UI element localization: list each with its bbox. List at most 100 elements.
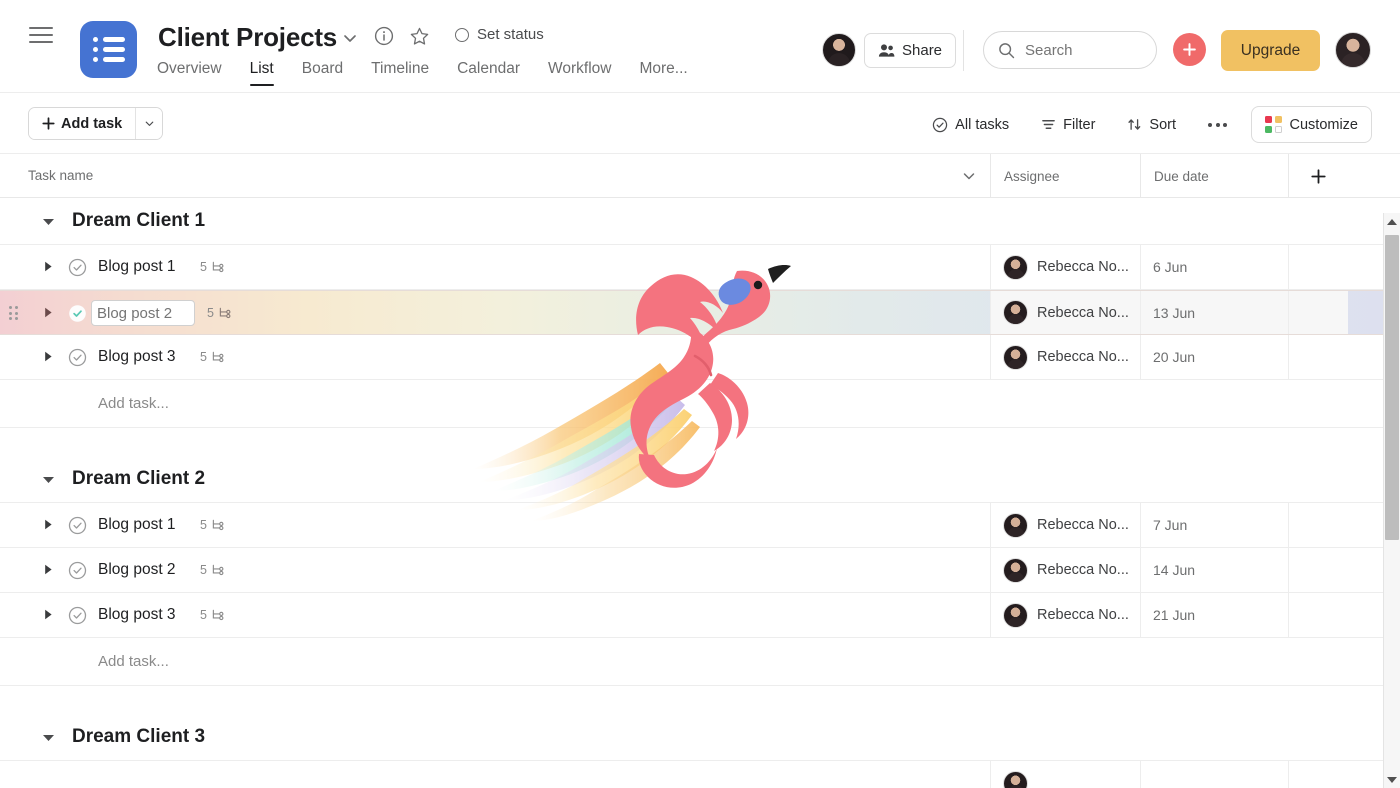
- check-circle-icon[interactable]: [68, 516, 87, 535]
- table-row-selected[interactable]: 5 Rebecca No... 13 Jun: [0, 290, 1400, 335]
- section-header-dream-client-2[interactable]: Dream Client 2: [0, 456, 1400, 503]
- subtask-count-value: 5: [200, 260, 207, 274]
- hamburger-menu-icon[interactable]: [29, 25, 53, 45]
- caret-down-icon[interactable]: [42, 217, 55, 227]
- task-name-input[interactable]: [91, 300, 195, 326]
- due-date-cell[interactable]: [1140, 761, 1288, 788]
- due-date-cell[interactable]: 6 Jun: [1140, 245, 1288, 289]
- task-name[interactable]: Blog post 3: [98, 606, 176, 624]
- star-icon[interactable]: [409, 26, 430, 47]
- vertical-scrollbar[interactable]: [1383, 213, 1400, 788]
- row-end-cell: [1288, 245, 1348, 289]
- caret-right-icon[interactable]: [44, 351, 53, 362]
- plus-icon: [42, 117, 55, 130]
- tab-workflow[interactable]: Workflow: [534, 60, 625, 92]
- avatar: [1003, 602, 1028, 628]
- caret-down-icon[interactable]: [42, 475, 55, 485]
- task-name[interactable]: Blog post 1: [98, 516, 176, 534]
- tab-board[interactable]: Board: [288, 60, 357, 92]
- assignee-cell[interactable]: [990, 761, 1140, 788]
- add-task-group: Add task: [28, 107, 164, 140]
- caret-down-icon[interactable]: [42, 733, 55, 743]
- scroll-thumb[interactable]: [1385, 235, 1399, 540]
- table-row[interactable]: Blog post 3 5 Rebecca No... 21 Jun: [0, 593, 1400, 638]
- color-grid-icon: [1265, 116, 1282, 133]
- add-column-button[interactable]: [1288, 154, 1348, 199]
- check-circle-icon[interactable]: [68, 561, 87, 580]
- search-input[interactable]: [1025, 41, 1135, 59]
- tab-overview[interactable]: Overview: [157, 60, 236, 92]
- table-row[interactable]: Blog post 3 5 Rebecca No... 20 Jun: [0, 335, 1400, 380]
- set-status-button[interactable]: Set status: [455, 26, 544, 43]
- section-header-dream-client-3[interactable]: Dream Client 3: [0, 714, 1400, 761]
- more-options-icon[interactable]: [1192, 108, 1243, 142]
- assignee-cell[interactable]: Rebecca No...: [990, 548, 1140, 592]
- check-circle-icon[interactable]: [68, 304, 87, 323]
- toolbar-actions: All tasks Filter Sort Customize: [916, 106, 1372, 143]
- column-header-due-date[interactable]: Due date: [1140, 154, 1288, 199]
- assignee-cell[interactable]: Rebecca No...: [990, 245, 1140, 289]
- task-name[interactable]: Blog post 2: [98, 561, 176, 579]
- add-task-button[interactable]: Add task: [29, 108, 136, 139]
- due-date-cell[interactable]: 21 Jun: [1140, 593, 1288, 637]
- sort-label: Sort: [1149, 116, 1176, 133]
- member-avatar[interactable]: [822, 33, 856, 67]
- info-circle-icon[interactable]: [374, 26, 394, 46]
- due-date-cell[interactable]: 13 Jun: [1140, 291, 1288, 334]
- check-circle-icon[interactable]: [68, 606, 87, 625]
- check-circle-icon[interactable]: [68, 258, 87, 277]
- upgrade-button[interactable]: Upgrade: [1221, 30, 1320, 71]
- table-row-partial[interactable]: [0, 761, 1400, 788]
- assignee-cell[interactable]: Rebecca No...: [990, 593, 1140, 637]
- sort-button[interactable]: Sort: [1111, 108, 1192, 142]
- task-name[interactable]: Blog post 3: [98, 348, 176, 366]
- table-row[interactable]: Blog post 1 5 Rebecca No... 6 Jun: [0, 245, 1400, 290]
- task-name[interactable]: Blog post 1: [98, 258, 176, 276]
- tab-calendar[interactable]: Calendar: [443, 60, 534, 92]
- customize-button[interactable]: Customize: [1251, 106, 1372, 143]
- drag-handle-icon[interactable]: [9, 306, 18, 320]
- subtask-count: 5: [200, 608, 226, 622]
- view-tabs: Overview List Board Timeline Calendar Wo…: [157, 60, 702, 92]
- caret-right-icon[interactable]: [44, 519, 53, 530]
- tab-more[interactable]: More...: [625, 60, 701, 92]
- caret-right-icon[interactable]: [44, 261, 53, 272]
- quick-add-button[interactable]: [1173, 33, 1206, 66]
- task-name-collapse-icon[interactable]: [960, 167, 978, 185]
- add-task-inline-2[interactable]: Add task...: [0, 638, 1400, 686]
- chevron-down-icon: [145, 121, 154, 126]
- page-title[interactable]: Client Projects: [158, 22, 337, 53]
- all-tasks-filter-button[interactable]: All tasks: [916, 108, 1025, 142]
- assignee-name: Rebecca No...: [1037, 517, 1129, 533]
- avatar: [1003, 344, 1028, 370]
- chevron-down-icon[interactable]: [340, 28, 360, 48]
- due-date-cell[interactable]: 20 Jun: [1140, 335, 1288, 379]
- scroll-up-arrow[interactable]: [1384, 213, 1400, 230]
- account-avatar[interactable]: [1335, 32, 1371, 68]
- section-header-dream-client-1[interactable]: Dream Client 1: [0, 198, 1400, 245]
- list-project-icon[interactable]: [80, 21, 137, 78]
- filter-button[interactable]: Filter: [1025, 108, 1111, 142]
- table-row[interactable]: Blog post 2 5 Rebecca No... 14 Jun: [0, 548, 1400, 593]
- search-box[interactable]: [983, 31, 1157, 69]
- add-task-inline-1[interactable]: Add task...: [0, 380, 1400, 428]
- set-status-label: Set status: [477, 26, 544, 43]
- tab-list[interactable]: List: [236, 60, 288, 92]
- tab-timeline[interactable]: Timeline: [357, 60, 443, 92]
- assignee-cell[interactable]: Rebecca No...: [990, 291, 1140, 334]
- caret-right-icon[interactable]: [44, 609, 53, 620]
- share-button[interactable]: Share: [864, 33, 957, 68]
- caret-right-icon[interactable]: [44, 307, 53, 318]
- table-row[interactable]: Blog post 1 5 Rebecca No... 7 Jun: [0, 503, 1400, 548]
- caret-right-icon[interactable]: [44, 564, 53, 575]
- check-circle-icon[interactable]: [68, 348, 87, 367]
- subtask-count: 5: [207, 306, 233, 320]
- scroll-down-arrow[interactable]: [1384, 771, 1400, 788]
- due-date-cell[interactable]: 7 Jun: [1140, 503, 1288, 547]
- subtask-count: 5: [200, 563, 226, 577]
- assignee-cell[interactable]: Rebecca No...: [990, 503, 1140, 547]
- add-task-dropdown-button[interactable]: [135, 108, 163, 139]
- due-date-cell[interactable]: 14 Jun: [1140, 548, 1288, 592]
- column-header-assignee[interactable]: Assignee: [990, 154, 1140, 199]
- assignee-cell[interactable]: Rebecca No...: [990, 335, 1140, 379]
